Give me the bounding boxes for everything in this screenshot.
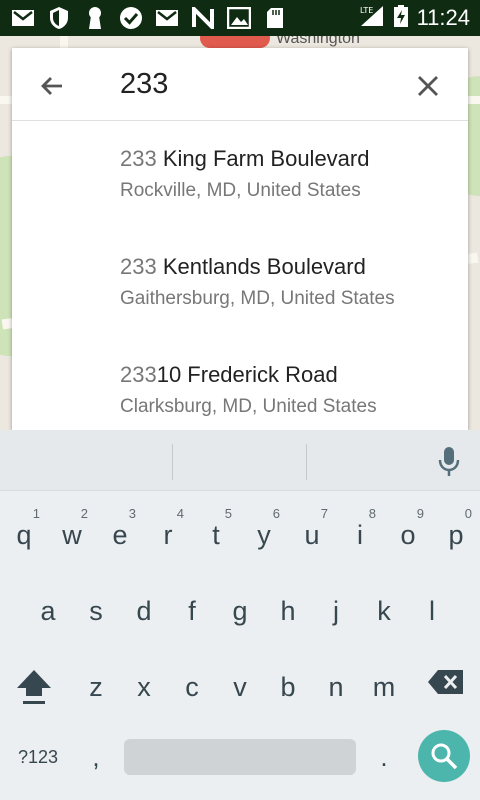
- key-k[interactable]: k: [360, 576, 408, 636]
- search-input[interactable]: [120, 62, 400, 106]
- status-bar: LTE 11:24: [0, 0, 480, 36]
- voice-input-button[interactable]: [432, 442, 466, 482]
- address-rest: Kentlands Boulevard: [156, 254, 366, 279]
- key-z[interactable]: z: [72, 652, 120, 712]
- search-action-button[interactable]: [418, 730, 470, 782]
- key-p[interactable]: 0p: [432, 500, 480, 560]
- key-w[interactable]: 2w: [48, 500, 96, 560]
- query-match: 233: [120, 146, 157, 171]
- arrow-back-icon: [41, 77, 62, 95]
- gmail-icon: [154, 5, 180, 31]
- shift-key[interactable]: [8, 656, 60, 716]
- key-g[interactable]: g: [216, 576, 264, 636]
- key-q[interactable]: 1q: [0, 500, 48, 560]
- shift-icon: [17, 670, 51, 704]
- gallery-icon: [226, 5, 252, 31]
- search-bar: [12, 48, 468, 121]
- map-pin-cluster[interactable]: [200, 36, 270, 48]
- network-type: LTE: [360, 6, 373, 15]
- keyhole-icon: [82, 5, 108, 31]
- sd-card-icon: [262, 5, 288, 31]
- back-button[interactable]: [32, 66, 72, 106]
- search-suggestions-card: 233 King Farm Boulevard Rockville, MD, U…: [12, 48, 468, 430]
- key-e[interactable]: 3e: [96, 500, 144, 560]
- backspace-icon: [428, 670, 463, 694]
- key-l[interactable]: l: [408, 576, 456, 636]
- lte-signal-icon: LTE: [359, 4, 385, 33]
- microphone-icon: [438, 447, 460, 476]
- address-rest: 10 Frederick Road: [156, 362, 338, 387]
- key-f[interactable]: f: [168, 576, 216, 636]
- suggestion-item[interactable]: 233 Kentlands Boulevard Gaithersburg, MD…: [12, 230, 468, 338]
- key-y[interactable]: 6y: [240, 500, 288, 560]
- backspace-key[interactable]: [420, 656, 472, 708]
- key-x[interactable]: x: [120, 652, 168, 712]
- suggestion-strip: [0, 430, 480, 491]
- key-b[interactable]: b: [264, 652, 312, 712]
- key-h[interactable]: h: [264, 576, 312, 636]
- clear-button[interactable]: [408, 66, 448, 106]
- suggestion-subtitle: Clarksburg, MD, United States: [120, 396, 377, 417]
- key-c[interactable]: c: [168, 652, 216, 712]
- divider: [306, 444, 307, 480]
- query-match: 233: [120, 362, 157, 387]
- key-d[interactable]: d: [120, 576, 168, 636]
- suggestion-subtitle: Rockville, MD, United States: [120, 180, 361, 201]
- key-i[interactable]: 8i: [336, 500, 384, 560]
- suggestion-item[interactable]: 23310 Frederick Road Clarksburg, MD, Uni…: [12, 338, 468, 430]
- key-r[interactable]: 4r: [144, 500, 192, 560]
- close-icon: [418, 76, 438, 96]
- period-key[interactable]: .: [360, 735, 408, 779]
- key-s[interactable]: s: [72, 576, 120, 636]
- suggestion-title: 233 Kentlands Boulevard: [120, 254, 366, 280]
- suggestion-subtitle: Gaithersburg, MD, United States: [120, 288, 395, 309]
- key-v[interactable]: v: [216, 652, 264, 712]
- soft-keyboard: 1q 2w 3e 4r 5t 6y 7u 8i 9o 0p a s d f g …: [0, 430, 480, 800]
- address-rest: King Farm Boulevard: [156, 146, 370, 171]
- key-o[interactable]: 9o: [384, 500, 432, 560]
- key-m[interactable]: m: [360, 652, 408, 712]
- key-t[interactable]: 5t: [192, 500, 240, 560]
- suggestion-title: 233 King Farm Boulevard: [120, 146, 369, 172]
- clock: 11:24: [416, 5, 470, 30]
- search-icon: [431, 743, 458, 770]
- query-match: 233: [120, 254, 157, 279]
- suggestion-item[interactable]: 233 King Farm Boulevard Rockville, MD, U…: [12, 122, 468, 230]
- gmail-icon: [10, 5, 36, 31]
- comma-key[interactable]: ,: [72, 735, 120, 779]
- suggestion-title: 23310 Frederick Road: [120, 362, 338, 388]
- notification-icons: [10, 5, 288, 31]
- map-label: Washington: [276, 36, 360, 47]
- key-a[interactable]: a: [24, 576, 72, 636]
- check-badge-icon: [118, 5, 144, 31]
- symbols-key[interactable]: ?123: [6, 735, 70, 779]
- divider: [172, 444, 173, 480]
- battery-charging-icon: [393, 4, 409, 33]
- key-n[interactable]: n: [312, 652, 360, 712]
- space-key[interactable]: [124, 739, 356, 775]
- key-j[interactable]: j: [312, 576, 360, 636]
- n-icon: [190, 5, 216, 31]
- shield-icon: [46, 5, 72, 31]
- key-u[interactable]: 7u: [288, 500, 336, 560]
